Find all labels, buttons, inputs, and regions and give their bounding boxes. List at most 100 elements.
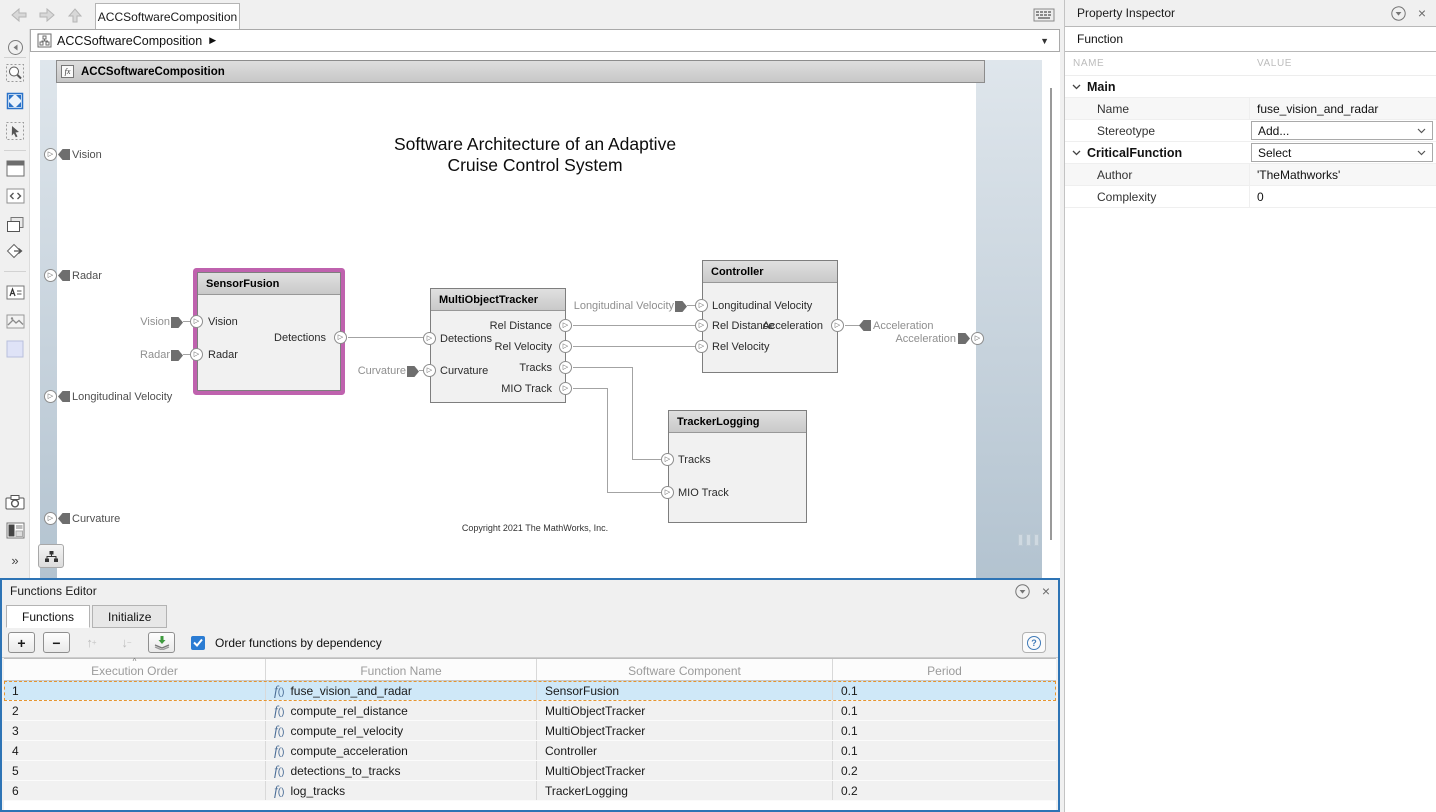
area-button[interactable]: [4, 338, 26, 360]
port-out-mot-rel-distance[interactable]: ▷: [559, 319, 572, 332]
section-row-criticalfunction[interactable]: CriticalFunction Select: [1065, 142, 1436, 164]
port-in-sf-vision[interactable]: ▷: [190, 315, 203, 328]
boundary-port-longitudinal-velocity[interactable]: ▷: [44, 390, 57, 403]
table-row[interactable]: 6 f()log_tracks TrackerLogging 0.2: [4, 781, 1056, 801]
criticalfunction-dropdown[interactable]: Select: [1251, 143, 1433, 162]
breadcrumb-item[interactable]: ACCSoftwareComposition: [57, 34, 202, 48]
duplicate-button[interactable]: [4, 213, 26, 235]
breadcrumb-expand-icon[interactable]: ▶: [209, 35, 216, 46]
connector-wire-tracks[interactable]: [632, 459, 662, 460]
annotation-button[interactable]: [4, 281, 26, 303]
breadcrumb-dropdown-icon[interactable]: ▼: [1040, 36, 1049, 46]
port-out-mot-tracks[interactable]: ▷: [559, 361, 572, 374]
column-header-period[interactable]: Period: [833, 659, 1056, 680]
port-in-sf-radar[interactable]: ▷: [190, 348, 203, 361]
forward-button[interactable]: [36, 5, 58, 25]
column-header-function-name[interactable]: Function Name: [266, 659, 537, 680]
port-out-mot-mio-track[interactable]: ▷: [559, 382, 572, 395]
port-in-tl-mio-track[interactable]: ▷: [661, 486, 674, 499]
table-row[interactable]: 4 f()compute_acceleration Controller 0.1: [4, 741, 1056, 761]
port-out-mot-rel-velocity[interactable]: ▷: [559, 340, 572, 353]
move-down-button[interactable]: ↓−: [113, 632, 140, 653]
model-tab-label: ACCSoftwareComposition: [98, 10, 237, 24]
tab-initialize[interactable]: Initialize: [92, 605, 167, 628]
help-button[interactable]: ?: [1022, 632, 1046, 653]
diagram-title-annotation[interactable]: Software Architecture of an Adaptive Cru…: [335, 134, 735, 177]
connector-wire-rel-distance[interactable]: [573, 325, 695, 326]
boundary-port-radar[interactable]: ▷: [44, 269, 57, 282]
hide-palette-button[interactable]: [4, 36, 26, 58]
viewer-report-button[interactable]: [4, 519, 26, 541]
port-out-sf-detections[interactable]: ▷: [334, 331, 347, 344]
table-row[interactable]: 5 f()detections_to_tracks MultiObjectTra…: [4, 761, 1056, 781]
panel-menu-icon[interactable]: [1391, 6, 1406, 21]
code-view-button[interactable]: [4, 185, 26, 207]
hierarchy-view-button[interactable]: [38, 544, 64, 568]
keyboard-shortcuts-button[interactable]: [1032, 6, 1056, 23]
connector-wire-mio-track[interactable]: [607, 388, 608, 493]
model-tab[interactable]: ACCSoftwareComposition: [95, 3, 240, 29]
table-row[interactable]: 3 f()compute_rel_velocity MultiObjectTra…: [4, 721, 1056, 741]
architecture-boundary-left: [40, 60, 57, 578]
resize-grip[interactable]: [1018, 534, 1023, 546]
boundary-port-label: Vision: [72, 149, 102, 162]
connector-wire-tracks[interactable]: [632, 367, 633, 460]
update-diagram-button[interactable]: [148, 632, 175, 653]
architecture-frame-header[interactable]: fx ACCSoftwareComposition: [56, 60, 985, 83]
connector-wire-mio-track[interactable]: [607, 492, 662, 493]
boundary-port-curvature[interactable]: ▷: [44, 512, 57, 525]
connector-wire-acceleration[interactable]: [845, 325, 860, 326]
zoom-region-button[interactable]: [4, 62, 26, 84]
cell-software-component: TrackerLogging: [537, 781, 833, 800]
resize-grip[interactable]: [1034, 534, 1039, 546]
section-row-main[interactable]: Main: [1065, 76, 1436, 98]
order-by-dependency-checkbox[interactable]: [191, 636, 205, 650]
resize-grip[interactable]: [1026, 534, 1031, 546]
port-arrow-icon: ▷: [665, 456, 670, 463]
port-tag-icon: [859, 320, 871, 331]
back-button[interactable]: [8, 5, 30, 25]
boundary-port-acceleration[interactable]: ▷: [971, 332, 984, 345]
expand-toolbar-button[interactable]: »: [4, 549, 26, 571]
vertical-scrollbar[interactable]: [1050, 88, 1052, 540]
port-in-mot-curvature[interactable]: ▷: [423, 364, 436, 377]
viewpoint-button[interactable]: [4, 241, 26, 263]
viewport-button[interactable]: [4, 157, 26, 179]
panel-menu-icon[interactable]: [1015, 584, 1030, 599]
author-value-field[interactable]: 'TheMathworks': [1249, 164, 1436, 185]
name-value-field[interactable]: fuse_vision_and_radar: [1249, 98, 1436, 119]
close-panel-icon[interactable]: ×: [1042, 584, 1050, 598]
port-in-ctrl-longitudinal-velocity[interactable]: ▷: [695, 299, 708, 312]
port-out-ctrl-acceleration[interactable]: ▷: [831, 319, 844, 332]
up-to-parent-button[interactable]: [64, 5, 86, 25]
column-header-software-component[interactable]: Software Component: [537, 659, 833, 680]
port-in-ctrl-rel-distance[interactable]: ▷: [695, 319, 708, 332]
table-row[interactable]: 1 f()fuse_vision_and_radar SensorFusion …: [4, 681, 1056, 701]
add-function-button[interactable]: +: [8, 632, 35, 653]
connector-wire-mio-track[interactable]: [573, 388, 607, 389]
stereotype-dropdown[interactable]: Add...: [1251, 121, 1433, 140]
column-header-execution-order[interactable]: ^ Execution Order: [4, 659, 266, 680]
port-arrow-icon: ▷: [563, 322, 568, 329]
select-region-button[interactable]: [4, 120, 26, 142]
fit-to-view-button[interactable]: [4, 90, 26, 112]
tab-functions[interactable]: Functions: [6, 605, 90, 628]
port-arrow-icon: ▷: [975, 335, 980, 342]
composition-badge-icon: [37, 33, 52, 48]
connector-wire-rel-velocity[interactable]: [573, 346, 695, 347]
screenshot-button[interactable]: [4, 491, 26, 513]
table-row[interactable]: 2 f()compute_rel_distance MultiObjectTra…: [4, 701, 1056, 721]
port-in-tl-tracks[interactable]: ▷: [661, 453, 674, 466]
port-in-ctrl-rel-velocity[interactable]: ▷: [695, 340, 708, 353]
port-in-mot-detections[interactable]: ▷: [423, 332, 436, 345]
image-button[interactable]: [4, 310, 26, 332]
move-up-button[interactable]: ↑+: [78, 632, 105, 653]
connector-wire-tracks[interactable]: [573, 367, 632, 368]
close-panel-icon[interactable]: ×: [1418, 6, 1426, 20]
complexity-value-field[interactable]: 0: [1249, 186, 1436, 207]
boundary-port-vision[interactable]: ▷: [44, 148, 57, 161]
connector-wire-detections[interactable]: [348, 337, 424, 338]
component-controller[interactable]: Controller: [702, 260, 838, 373]
remove-function-button[interactable]: −: [43, 632, 70, 653]
diagram-canvas[interactable]: fx ACCSoftwareComposition Software Archi…: [30, 52, 1060, 578]
